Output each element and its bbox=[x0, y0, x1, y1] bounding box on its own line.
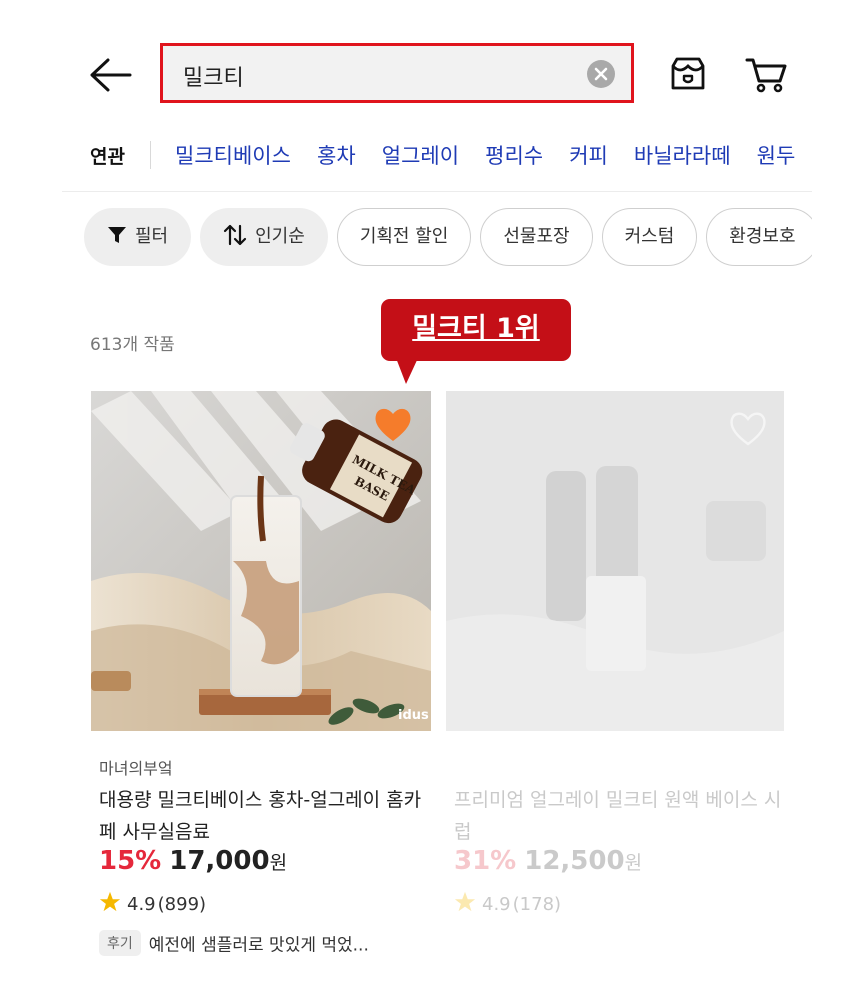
star-icon bbox=[454, 891, 476, 912]
rank-callout-tail bbox=[396, 358, 418, 384]
related-keywords: 밀크티베이스 홍차 얼그레이 평리수 커피 바닐라라떼 원두 bbox=[175, 140, 812, 174]
currency: 원 bbox=[624, 852, 643, 874]
heart-icon bbox=[375, 408, 411, 441]
cart-button[interactable] bbox=[744, 54, 788, 94]
chip-promo-sale[interactable]: 기획전 할인 bbox=[336, 208, 472, 266]
review-count: (178) bbox=[512, 894, 562, 915]
back-button[interactable] bbox=[88, 56, 132, 94]
rating-value: 4.9 bbox=[127, 894, 156, 915]
like-button[interactable] bbox=[727, 408, 769, 448]
related-keyword[interactable]: 커피 bbox=[569, 140, 608, 170]
product-title[interactable]: 프리미엄 얼그레이 밀크티 원액 베이스 시럽 bbox=[454, 784, 784, 848]
chip-gift-wrap[interactable]: 선물포장 bbox=[480, 208, 593, 266]
related-keyword[interactable]: 평리수 bbox=[485, 140, 543, 170]
like-button[interactable] bbox=[372, 404, 414, 444]
cart-icon bbox=[745, 58, 787, 93]
related-keyword[interactable]: 바닐라라떼 bbox=[634, 140, 731, 170]
filter-button[interactable]: 필터 bbox=[84, 208, 192, 266]
chip-eco[interactable]: 환경보호 bbox=[706, 208, 812, 266]
review-snippet: 예전에 샘플러로 맛있게 먹었... bbox=[148, 935, 369, 956]
image-watermark: idus bbox=[398, 708, 429, 723]
chip-label: 필터 bbox=[135, 226, 169, 247]
price-row: 31% 12,500원 bbox=[454, 846, 642, 876]
discount-rate: 15% bbox=[99, 846, 162, 876]
sort-arrows-icon bbox=[224, 224, 247, 246]
review-preview[interactable]: 후기 예전에 샘플러로 맛있게 먹었... bbox=[99, 930, 369, 956]
related-keyword[interactable]: 원두 bbox=[757, 140, 796, 170]
related-keyword[interactable]: 밀크티베이스 bbox=[175, 140, 291, 170]
price: 17,000 bbox=[169, 846, 270, 876]
store-icon bbox=[671, 57, 705, 90]
price-row: 15% 17,000원 bbox=[99, 846, 287, 876]
product-title[interactable]: 대용량 밀크티베이스 홍차-얼그레이 홈카페 사무실음료 bbox=[99, 784, 429, 848]
divider bbox=[62, 191, 812, 192]
price: 12,500 bbox=[524, 846, 625, 876]
chip-custom[interactable]: 커스텀 bbox=[601, 208, 698, 266]
rating-row: 4.9 (899) bbox=[99, 891, 207, 916]
store-button[interactable] bbox=[668, 54, 708, 94]
search-input[interactable]: 밀크티 bbox=[160, 43, 634, 103]
rating-value: 4.9 bbox=[482, 894, 511, 915]
related-keyword[interactable]: 홍차 bbox=[317, 140, 356, 170]
discount-rate: 31% bbox=[454, 846, 517, 876]
related-label: 연관 bbox=[90, 146, 125, 168]
clear-search-button[interactable] bbox=[587, 60, 615, 88]
funnel-icon bbox=[108, 227, 126, 243]
close-icon bbox=[594, 67, 608, 81]
star-icon bbox=[99, 891, 121, 912]
review-badge: 후기 bbox=[99, 930, 141, 956]
seller-name[interactable]: 마녀의부엌 bbox=[99, 755, 173, 779]
rating-row: 4.9 (178) bbox=[454, 891, 562, 916]
filter-chip-row: 필터 인기순 기획전 할인 선물포장 커스텀 환경보호 bbox=[84, 208, 812, 268]
heart-outline-icon bbox=[730, 412, 766, 446]
arrow-left-icon bbox=[90, 58, 132, 92]
search-query-text: 밀크티 bbox=[183, 66, 244, 91]
review-count: (899) bbox=[157, 894, 207, 915]
result-count: 613개 작품 bbox=[90, 335, 175, 355]
currency: 원 bbox=[269, 852, 288, 874]
divider bbox=[150, 141, 151, 169]
rank-callout-text: 밀크티 1위 bbox=[412, 313, 540, 344]
related-keyword[interactable]: 얼그레이 bbox=[382, 140, 459, 170]
chip-label: 인기순 bbox=[255, 226, 305, 247]
rank-callout: 밀크티 1위 bbox=[381, 299, 571, 361]
sort-button[interactable]: 인기순 bbox=[200, 208, 328, 266]
